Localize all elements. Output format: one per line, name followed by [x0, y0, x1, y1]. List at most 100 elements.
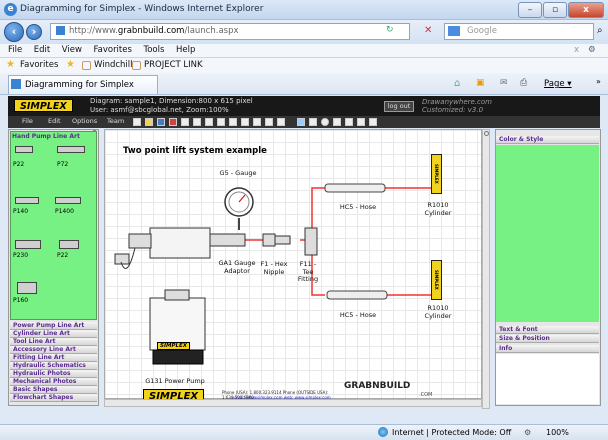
menu-help[interactable]: Help	[176, 45, 195, 55]
add-favorite-icon[interactable]: ★	[66, 59, 75, 70]
pen-tool-icon[interactable]	[369, 118, 377, 126]
canvas-pin-icon[interactable]	[484, 131, 489, 136]
rectangle-tool-icon[interactable]	[333, 118, 341, 126]
status-zone: Internet | Protected Mode: Off	[392, 428, 512, 437]
app-menu-options[interactable]: Options	[72, 117, 97, 125]
zoom-out-icon[interactable]	[277, 118, 285, 126]
copy-icon[interactable]	[193, 118, 201, 126]
cut-icon[interactable]	[181, 118, 189, 126]
open-icon[interactable]	[145, 118, 153, 126]
favorite-link-windchill[interactable]: Windchill	[94, 60, 133, 70]
url-input[interactable]: http://www.grabnbuild.com/launch.aspx	[50, 23, 410, 40]
browser-tab[interactable]: Diagramming for Simplex	[8, 75, 158, 94]
close-window-button[interactable]: x	[568, 2, 604, 18]
section-color-style[interactable]: Color & Style	[496, 136, 599, 144]
home-icon[interactable]: ⌂	[454, 78, 460, 89]
favorite-link-project[interactable]: PROJECT LINK	[144, 60, 203, 70]
section-size-position[interactable]: Size & Position	[496, 335, 599, 343]
section-text-font[interactable]: Text & Font	[496, 326, 599, 334]
app-menu-edit[interactable]: Edit	[48, 117, 61, 125]
logout-button[interactable]: log out	[384, 101, 414, 112]
menu-edit[interactable]: Edit	[34, 45, 50, 55]
tab-row: Diagramming for Simplex ⌂ ▣ ✉ ⎙ Page ▾ »	[0, 73, 608, 95]
library-category[interactable]: Cylinder Line Art	[10, 330, 97, 338]
tools-gear-icon[interactable]: ⚙	[588, 45, 596, 55]
convert-icon[interactable]: x	[574, 45, 579, 55]
overflow-chevron-icon[interactable]: »	[596, 77, 601, 86]
mail-icon[interactable]: ✉	[500, 78, 508, 88]
label-nipple: F1 - Hex Nipple	[260, 260, 288, 276]
connector-tool-icon[interactable]	[345, 118, 353, 126]
refresh-icon[interactable]: ↻	[386, 25, 394, 35]
library-category[interactable]: Power Pump Line Art	[10, 322, 97, 330]
menu-file[interactable]: File	[8, 45, 22, 55]
stop-icon[interactable]: ✕	[424, 25, 432, 36]
part-p72-icon[interactable]	[57, 146, 85, 153]
canvas-horizontal-scrollbar[interactable]	[104, 399, 482, 407]
minimize-button[interactable]: –	[518, 2, 542, 18]
app-menu-team[interactable]: Team	[107, 117, 124, 125]
back-icon[interactable]: ‹	[4, 22, 24, 42]
part-p230-icon[interactable]	[15, 240, 41, 249]
redo-icon[interactable]	[241, 118, 249, 126]
library-category[interactable]: Accessory Line Art	[10, 346, 97, 354]
window-titlebar: e Diagramming for Simplex - Windows Inte…	[0, 0, 608, 20]
feeds-icon[interactable]: ▣	[476, 78, 485, 88]
part-p1400-icon[interactable]	[55, 197, 81, 204]
pipe-line	[311, 187, 325, 228]
delete-icon[interactable]	[217, 118, 225, 126]
library-category[interactable]: Flowchart Shapes	[10, 394, 97, 402]
library-category[interactable]: Fitting Line Art	[10, 354, 97, 362]
library-category[interactable]: Hydraulic Photos	[10, 370, 97, 378]
diagram-info-line2: User: asmf@sbcglobal.net, Zoom:100%	[90, 105, 229, 114]
url-prefix: http://www.	[69, 26, 118, 36]
part-p22-icon[interactable]	[15, 146, 33, 153]
canvas-vertical-scrollbar[interactable]	[482, 129, 490, 409]
menu-tools[interactable]: Tools	[143, 45, 164, 55]
forward-icon[interactable]: ›	[26, 24, 42, 40]
coupler-shape	[114, 253, 130, 265]
save-icon[interactable]	[157, 118, 165, 126]
undo-icon[interactable]	[229, 118, 237, 126]
library-category[interactable]: Basic Shapes	[10, 386, 97, 394]
search-input[interactable]: Google	[444, 23, 594, 40]
app-menu-file[interactable]: File	[22, 117, 33, 125]
menu-favorites[interactable]: Favorites	[94, 45, 132, 55]
page-menu[interactable]: Page ▾	[544, 79, 572, 89]
favorites-button[interactable]: Favorites	[20, 60, 58, 70]
library-category[interactable]: Hydraulic Schematics	[10, 362, 97, 370]
ellipse-tool-icon[interactable]	[321, 118, 329, 126]
pdf-icon[interactable]	[169, 118, 177, 126]
valve-shape	[128, 233, 152, 249]
part-p22b-icon[interactable]	[59, 240, 79, 249]
cylinder-top[interactable]: SIMPLEX	[431, 154, 442, 194]
maximize-button[interactable]: ▫	[543, 2, 567, 18]
print-icon[interactable]: ⎙	[520, 78, 527, 88]
part-label: P72	[57, 161, 69, 168]
section-info[interactable]: Info	[496, 345, 599, 353]
line-tool-icon[interactable]	[357, 118, 365, 126]
select-tool-icon[interactable]	[297, 118, 305, 126]
zoom-level[interactable]: 100%	[546, 428, 569, 437]
cylinder-bottom[interactable]: SIMPLEX	[431, 260, 442, 300]
library-category[interactable]: Mechanical Photos	[10, 378, 97, 386]
menu-view[interactable]: View	[62, 45, 82, 55]
text-tool-icon[interactable]	[309, 118, 317, 126]
tee-shape	[304, 227, 318, 256]
search-icon[interactable]: ⌕	[597, 25, 603, 36]
pump-motor	[164, 289, 190, 301]
library-category[interactable]: Tool Line Art	[10, 338, 97, 346]
paste-icon[interactable]	[205, 118, 213, 126]
part-label: P160	[13, 297, 29, 304]
part-p140-icon[interactable]	[15, 197, 39, 204]
part-label: P140	[13, 208, 29, 215]
zoom-in-icon[interactable]	[265, 118, 273, 126]
brand-line2: Customized: v3.0	[422, 106, 484, 114]
new-icon[interactable]	[133, 118, 141, 126]
protected-mode-icon[interactable]: ⚙	[524, 428, 531, 437]
diagram-canvas[interactable]: Two point lift system example GRABNBUILD…	[104, 129, 482, 403]
label-gauge: G5 - Gauge	[219, 169, 257, 177]
print-diagram-icon[interactable]	[253, 118, 261, 126]
app-header: SIMPLEX Diagram: sample1, Dimension:800 …	[8, 96, 600, 116]
part-p160-icon[interactable]	[17, 282, 37, 294]
